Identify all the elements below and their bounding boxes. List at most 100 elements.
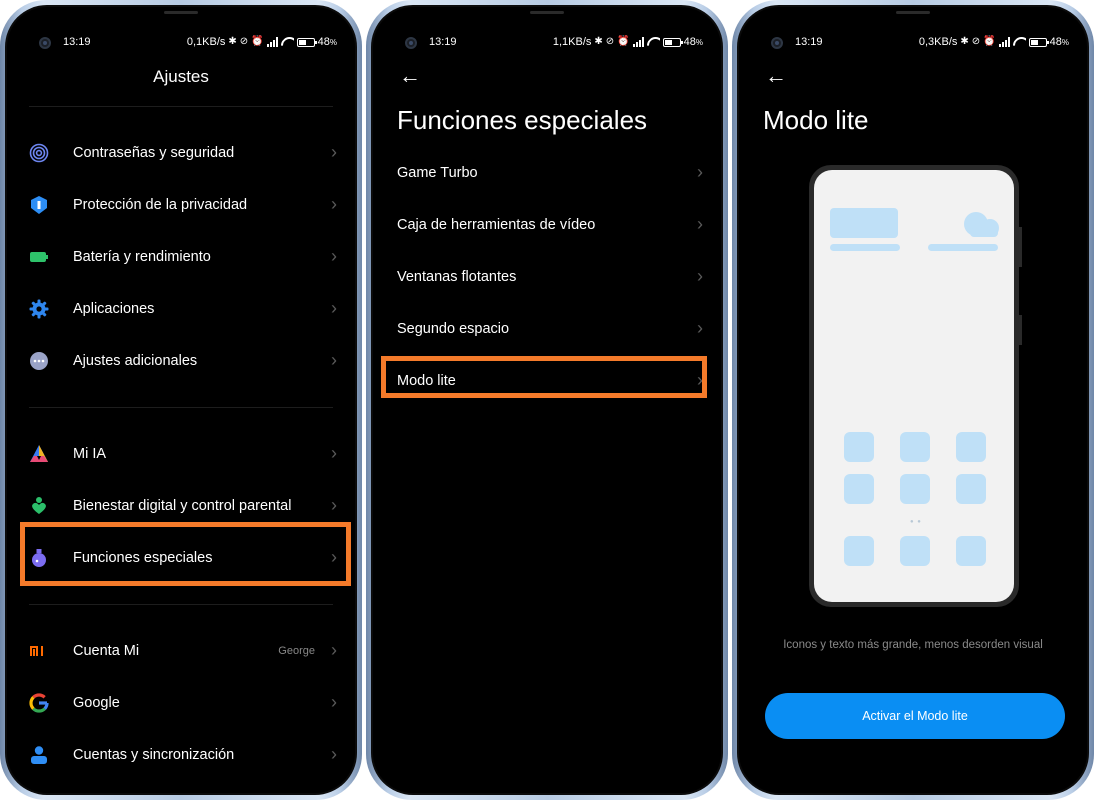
preview-dock-icon (900, 536, 930, 566)
status-time: 13:19 (63, 36, 91, 48)
preview-clock-widget (830, 208, 898, 238)
page-title: Ajustes (153, 67, 209, 86)
status-bar: 13:19 1,1KB/s ✱ ⊘ ⏰ 48% (373, 33, 721, 53)
settings-item-label: Bienestar digital y control parental (73, 498, 292, 514)
feature-item-floating-windows[interactable]: Ventanas flotantes › (373, 251, 721, 303)
feature-item-video-toolbox[interactable]: Caja de herramientas de vídeo › (373, 199, 721, 251)
chevron-right-icon: › (697, 214, 703, 234)
settings-item-battery[interactable]: Batería y rendimiento › (7, 231, 355, 283)
chevron-right-icon: › (697, 266, 703, 286)
screen-settings: 13:19 0,1KB/s ✱ ⊘ ⏰ 48% Ajustes Contrase… (7, 7, 355, 793)
wifi-icon (281, 37, 294, 47)
settings-item-accounts-sync[interactable]: Cuentas y sincronización › (7, 729, 355, 781)
settings-item-label: Contraseñas y seguridad (73, 145, 235, 161)
status-time: 13:19 (795, 36, 823, 48)
settings-item-label: Aplicaciones (73, 301, 155, 317)
settings-item-label: Google (73, 695, 120, 711)
chevron-right-icon: › (331, 744, 337, 764)
lite-mode-description: Iconos y texto más grande, menos desorde… (783, 639, 1043, 651)
settings-item-passwords[interactable]: Contraseñas y seguridad › (7, 127, 355, 179)
preview-dock-icon (956, 536, 986, 566)
settings-item-label: Protección de la privacidad (73, 197, 248, 213)
preview-app-icon (900, 432, 930, 462)
wellbeing-heart-icon (29, 496, 49, 516)
lite-mode-preview-illustration: ● ● (809, 165, 1022, 607)
phone-frame-lite-mode: 13:19 0,3KB/s ✱ ⊘ ⏰ 48% ← Modo lite ● ● … (732, 0, 1094, 800)
battery-percent: 48% (1049, 36, 1069, 48)
preview-app-icon (956, 474, 986, 504)
settings-item-label: Mi IA (73, 446, 107, 462)
alarm-icon: ⏰ (983, 36, 996, 47)
settings-item-label: Cuenta Mi (73, 643, 140, 659)
battery-percent: 48% (317, 36, 337, 48)
status-time: 13:19 (429, 36, 457, 48)
highlight-modo-lite (381, 356, 707, 398)
settings-item-label: Cuentas y sincronización (73, 747, 235, 763)
chevron-right-icon: › (331, 298, 337, 318)
page-title: Modo lite (763, 105, 869, 135)
network-speed: 1,1KB/s (552, 36, 592, 48)
chevron-right-icon: › (697, 318, 703, 338)
feature-item-game-turbo[interactable]: Game Turbo › (373, 147, 721, 199)
account-name: George (278, 645, 315, 657)
mi-logo-icon (29, 641, 49, 661)
feature-item-label: Caja de herramientas de vídeo (397, 217, 596, 233)
signal-icon (632, 37, 644, 47)
privacy-shield-icon (29, 195, 49, 215)
settings-item-label: Ajustes adicionales (73, 353, 198, 369)
mi-ai-icon (29, 444, 49, 464)
feature-item-second-space[interactable]: Segundo espacio › (373, 303, 721, 355)
settings-item-mi-account[interactable]: Cuenta Mi George › (7, 625, 355, 677)
activate-lite-mode-button[interactable]: Activar el Modo lite (765, 693, 1065, 739)
battery-percent: 48% (683, 36, 703, 48)
phone-frame-settings: 13:19 0,1KB/s ✱ ⊘ ⏰ 48% Ajustes Contrase… (0, 0, 362, 800)
status-bar: 13:19 0,3KB/s ✱ ⊘ ⏰ 48% (739, 33, 1087, 53)
chevron-right-icon: › (331, 142, 337, 162)
preview-app-icon (900, 474, 930, 504)
google-g-icon (29, 693, 49, 713)
back-arrow-icon[interactable]: ← (765, 65, 787, 87)
network-speed: 0,3KB/s (918, 36, 958, 48)
wifi-icon (1013, 37, 1026, 47)
back-arrow-icon[interactable]: ← (399, 65, 421, 87)
chevron-right-icon: › (331, 495, 337, 515)
battery-status-icon (1028, 37, 1049, 47)
bluetooth-icon: ✱ (960, 36, 969, 47)
alarm-icon: ⏰ (617, 36, 630, 47)
signal-icon (266, 37, 278, 47)
fingerprint-icon (29, 143, 49, 163)
gear-icon (29, 299, 49, 319)
phone-frame-special-features: 13:19 1,1KB/s ✱ ⊘ ⏰ 48% ← Funciones espe… (366, 0, 728, 800)
signal-icon (998, 37, 1010, 47)
front-camera (405, 37, 417, 49)
settings-item-apps[interactable]: Aplicaciones › (7, 283, 355, 335)
status-bar: 13:19 0,1KB/s ✱ ⊘ ⏰ 48% (7, 33, 355, 53)
bluetooth-icon: ✱ (228, 36, 237, 47)
feature-item-label: Game Turbo (397, 165, 478, 181)
dnd-icon: ⊘ (605, 36, 615, 47)
chevron-right-icon: › (331, 692, 337, 712)
preview-app-icon (844, 432, 874, 462)
dnd-icon: ⊘ (239, 36, 249, 47)
settings-item-privacy[interactable]: Protección de la privacidad › (7, 179, 355, 231)
settings-item-google[interactable]: Google › (7, 677, 355, 729)
chevron-right-icon: › (331, 246, 337, 266)
chevron-right-icon: › (331, 350, 337, 370)
settings-item-additional[interactable]: Ajustes adicionales › (7, 335, 355, 387)
chevron-right-icon: › (331, 640, 337, 660)
screen-special-features: 13:19 1,1KB/s ✱ ⊘ ⏰ 48% ← Funciones espe… (373, 7, 721, 793)
highlight-funciones-especiales (20, 522, 351, 586)
settings-item-mi-ia[interactable]: Mi IA › (7, 428, 355, 480)
preview-app-icon (956, 432, 986, 462)
alarm-icon: ⏰ (251, 36, 264, 47)
battery-status-icon (662, 37, 683, 47)
settings-item-label: Batería y rendimiento (73, 249, 211, 265)
network-speed: 0,1KB/s (186, 36, 226, 48)
front-camera (771, 37, 783, 49)
chevron-right-icon: › (697, 162, 703, 182)
chevron-right-icon: › (331, 194, 337, 214)
feature-item-label: Segundo espacio (397, 321, 510, 337)
battery-icon (29, 247, 49, 267)
preview-dock-icon (844, 536, 874, 566)
screen-lite-mode: 13:19 0,3KB/s ✱ ⊘ ⏰ 48% ← Modo lite ● ● … (739, 7, 1087, 793)
